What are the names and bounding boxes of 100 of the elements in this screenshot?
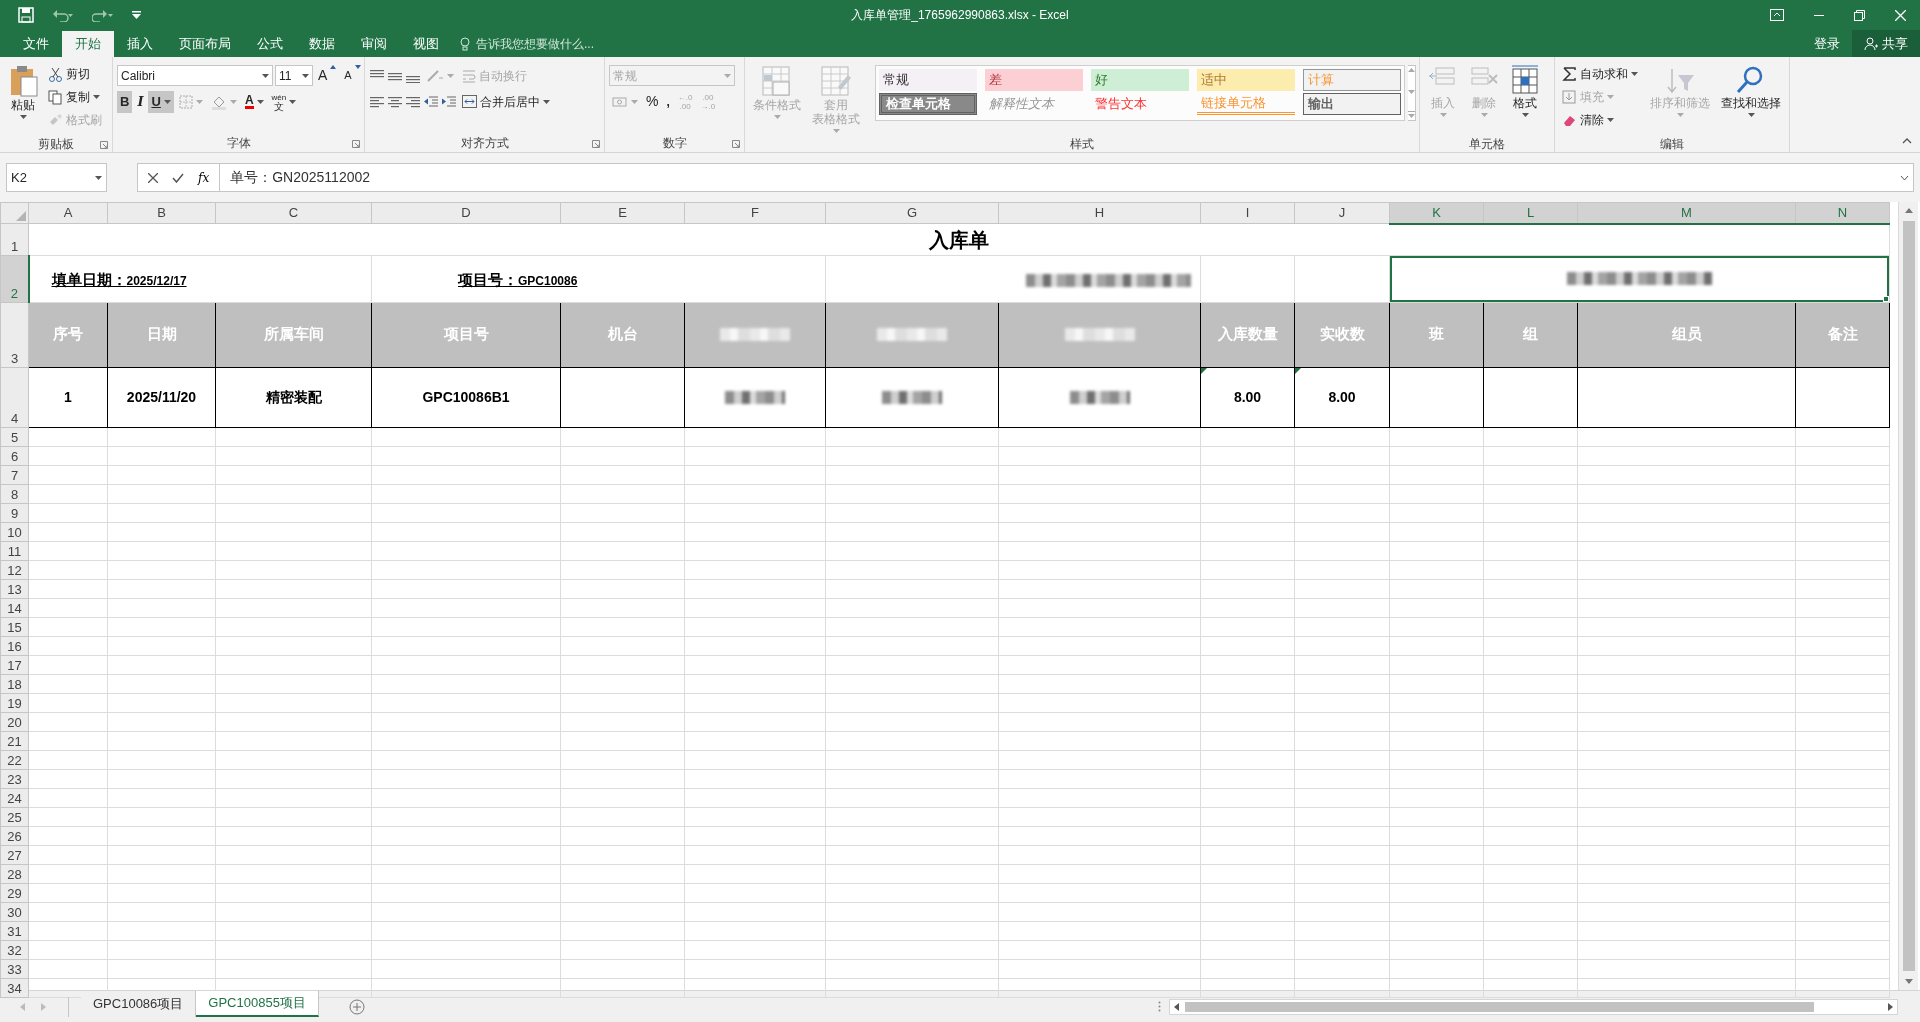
font-name-dropdown[interactable]: Calibri <box>117 65 273 86</box>
shrink-font-button[interactable]: A <box>341 64 364 87</box>
font-size-dropdown[interactable]: 11 <box>275 65 313 86</box>
merge-icon <box>462 95 477 108</box>
row-header[interactable]: 1 <box>0 223 29 255</box>
share-button[interactable]: 共享 <box>1852 30 1920 57</box>
redo-icon[interactable] <box>92 8 114 22</box>
scroll-up-icon[interactable] <box>1904 208 1913 213</box>
dialog-launcher-icon[interactable] <box>592 140 600 148</box>
column-header[interactable]: H <box>998 202 1201 224</box>
table-header-cell: 项目号 <box>371 302 561 367</box>
font-color-button[interactable]: A <box>241 90 267 113</box>
scroll-right-icon[interactable] <box>1888 1002 1893 1011</box>
ribbon-display-icon[interactable] <box>1770 9 1784 21</box>
ribbon-tab[interactable]: 数据 <box>296 31 348 57</box>
table-header-cell: 实收数 <box>1294 302 1390 367</box>
align-left-icon[interactable] <box>369 94 385 109</box>
column-header[interactable]: G <box>825 202 999 224</box>
ribbon-tab[interactable]: 文件 <box>10 31 62 57</box>
ribbon-tab[interactable]: 视图 <box>400 31 452 57</box>
bold-button[interactable]: B <box>117 90 133 113</box>
italic-button[interactable]: I <box>134 90 147 113</box>
save-icon[interactable] <box>18 7 34 23</box>
scroll-down-icon[interactable] <box>1904 979 1913 984</box>
percent-button[interactable]: % <box>643 90 662 113</box>
scrollbar-thumb[interactable] <box>1902 221 1915 971</box>
row-header[interactable]: 3 <box>0 302 29 367</box>
redacted-text <box>1064 328 1135 341</box>
fill-handle[interactable] <box>1883 295 1889 301</box>
decrease-indent-icon[interactable] <box>423 94 439 109</box>
sheet-tab[interactable]: GPC100855项目 <box>196 991 319 1017</box>
caret-icon <box>447 73 454 78</box>
column-header[interactable]: E <box>560 202 685 224</box>
scroll-left-icon[interactable] <box>1174 1002 1179 1011</box>
column-header[interactable]: F <box>684 202 826 224</box>
cut-button[interactable]: 剪切 <box>45 63 108 85</box>
increase-indent-icon[interactable] <box>441 94 457 109</box>
table-header-cell: 备注 <box>1795 302 1890 367</box>
paste-button[interactable]: 粘贴 <box>4 63 42 135</box>
column-header[interactable]: L <box>1483 202 1578 224</box>
find-select-button[interactable]: 查找和选择 <box>1717 63 1785 135</box>
caret-icon <box>195 99 203 104</box>
scrollbar-thumb[interactable] <box>1185 1001 1814 1012</box>
align-right-icon[interactable] <box>405 94 421 109</box>
expand-formula-icon[interactable] <box>1900 174 1909 181</box>
ribbon-tab[interactable]: 插入 <box>114 31 166 57</box>
ribbon-tab[interactable]: 公式 <box>244 31 296 57</box>
close-icon[interactable] <box>1895 9 1906 21</box>
column-header[interactable]: K <box>1389 202 1484 224</box>
add-sheet-icon[interactable] <box>348 998 365 1015</box>
align-center-icon[interactable] <box>387 94 403 109</box>
person-icon <box>1864 36 1878 51</box>
collapse-ribbon-icon[interactable] <box>1902 138 1912 144</box>
name-box[interactable]: K2 <box>6 163 107 192</box>
ribbon-tab[interactable]: 开始 <box>62 31 114 57</box>
table-cell: GPC10086B1 <box>371 367 561 427</box>
table-header-cell: 机台 <box>560 302 685 367</box>
grow-font-button[interactable]: A <box>315 64 340 87</box>
caret-icon <box>302 73 309 78</box>
customize-icon[interactable] <box>132 11 141 19</box>
clear-button[interactable]: 清除 <box>1559 109 1643 131</box>
phonetic-button[interactable]: wén 文 <box>268 90 300 113</box>
copy-button[interactable]: 复制 <box>45 86 108 108</box>
cancel-icon[interactable] <box>148 172 158 183</box>
group-label: 编辑 <box>1660 136 1684 153</box>
sheet-tab[interactable]: GPC10086项目 <box>81 991 197 1017</box>
caret-icon <box>543 99 550 104</box>
format-button[interactable]: 格式 <box>1506 63 1544 135</box>
dialog-launcher-icon[interactable] <box>352 140 360 148</box>
caret-icon <box>631 99 638 104</box>
restore-icon[interactable] <box>1854 9 1865 21</box>
ribbon-tab[interactable]: 审阅 <box>348 31 400 57</box>
column-header[interactable]: A <box>28 202 108 224</box>
row-header[interactable]: 4 <box>0 367 29 427</box>
ribbon-tab[interactable]: 页面布局 <box>166 31 244 57</box>
underline-button[interactable]: U <box>148 90 174 113</box>
autosum-button[interactable]: 自动求和 <box>1559 63 1643 85</box>
dialog-launcher-icon[interactable] <box>100 141 108 149</box>
caret-icon <box>256 99 264 104</box>
border-icon <box>178 94 193 109</box>
tell-me-field[interactable]: 告诉我您想要做什么... <box>474 34 644 54</box>
sign-in-link[interactable]: 登录 <box>1802 30 1852 57</box>
comma-button[interactable]: , <box>663 90 673 113</box>
undo-icon[interactable] <box>52 8 74 22</box>
merge-center-button[interactable]: 合并后居中 <box>459 90 553 113</box>
column-header[interactable]: B <box>107 202 216 224</box>
column-header[interactable]: D <box>371 202 561 224</box>
split-handle-icon[interactable] <box>1158 1001 1161 1012</box>
active-cell[interactable] <box>1389 255 1890 302</box>
row-header[interactable]: 2 <box>0 255 29 302</box>
table-header-cell: 序号 <box>28 302 108 367</box>
column-header[interactable]: C <box>215 202 372 224</box>
dialog-launcher-icon[interactable] <box>732 140 740 148</box>
insert-function-button[interactable]: fx <box>198 168 210 187</box>
column-header[interactable]: N <box>1795 202 1890 224</box>
column-header[interactable]: I <box>1200 202 1295 224</box>
column-header[interactable]: J <box>1294 202 1390 224</box>
column-header[interactable]: M <box>1577 202 1796 224</box>
eraser-icon <box>1562 113 1577 127</box>
enter-icon[interactable] <box>172 172 184 183</box>
